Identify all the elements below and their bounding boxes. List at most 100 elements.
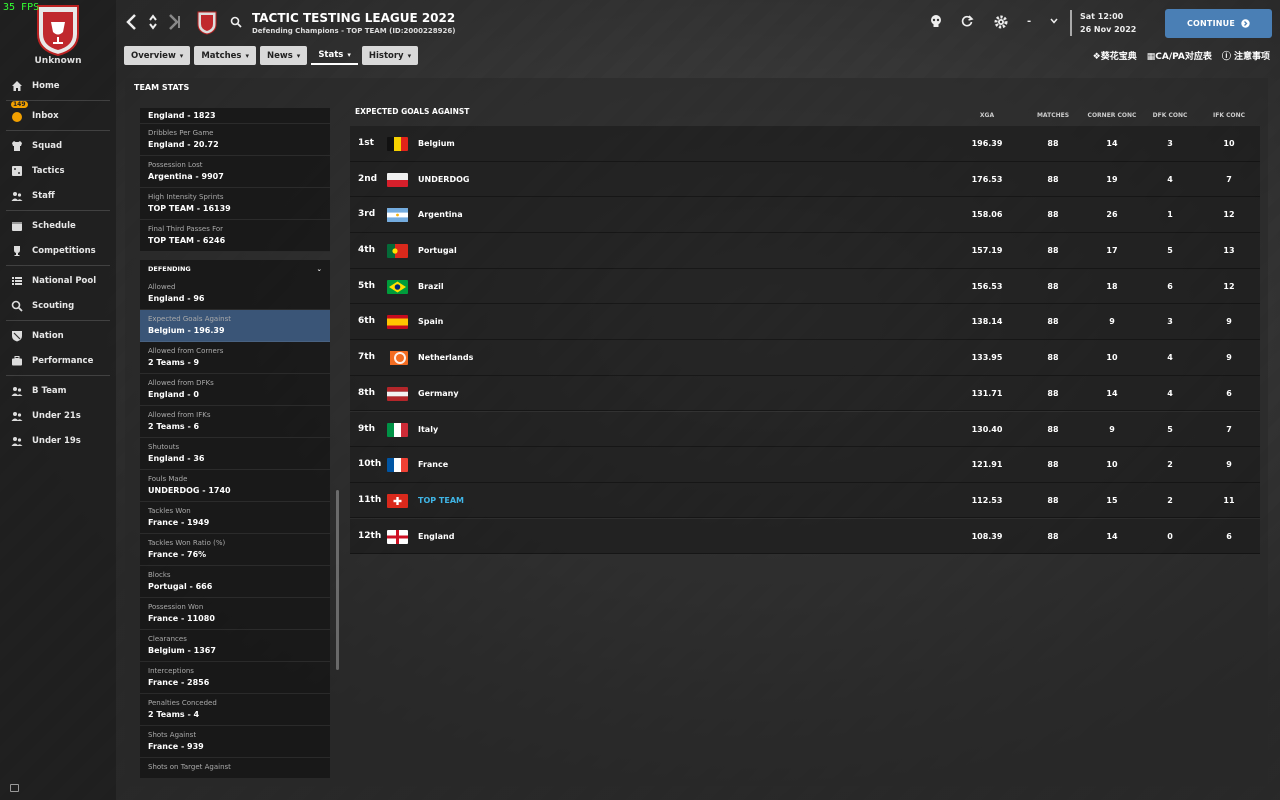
corner-conc-cell: 14	[1106, 388, 1118, 398]
table-row[interactable]: 9th Italy 130.40 88 9 5 7	[350, 411, 1260, 448]
link-guide[interactable]: ❖葵花宝典	[1093, 49, 1137, 62]
link-ca-pa-table[interactable]: ▦CA/PA对应表	[1147, 49, 1212, 62]
sidebar-item-nation[interactable]: Nation	[0, 323, 116, 348]
forward-arrow-icon[interactable]	[168, 13, 182, 31]
team-name-link[interactable]: Belgium	[418, 139, 455, 148]
list-item[interactable]: Dribbles Per Game England - 20.72	[140, 124, 330, 156]
sidebar-item-under-19s[interactable]: Under 19s	[0, 428, 116, 453]
sidebar-item-competitions[interactable]: Competitions	[0, 238, 116, 263]
team-name-link[interactable]: Germany	[418, 389, 459, 398]
list-item[interactable]: Possession Won France - 11080	[140, 598, 330, 630]
team-name-link[interactable]: England	[418, 532, 454, 541]
table-row[interactable]: 2nd UNDERDOG 176.53 88 19 4 7	[350, 161, 1260, 198]
sidebar-item-scouting[interactable]: Scouting	[0, 293, 116, 318]
list-item[interactable]: Allowed from IFKs 2 Teams - 6	[140, 406, 330, 438]
column-header-ifk-conc[interactable]: IFK CONC	[1199, 112, 1259, 119]
tab-history[interactable]: History ▾	[361, 46, 419, 65]
rank-cell: 7th	[358, 352, 375, 363]
league-badge-icon[interactable]	[196, 11, 218, 35]
belgium-flag-icon	[387, 137, 408, 151]
top-bar: TACTIC TESTING LEAGUE 2022 Defending Cha…	[116, 0, 1280, 44]
list-item[interactable]: Penalties Conceded 2 Teams - 4	[140, 694, 330, 726]
list-item[interactable]: Interceptions France - 2856	[140, 662, 330, 694]
list-item[interactable]: Blocks Portugal - 666	[140, 566, 330, 598]
list-scrollbar[interactable]	[336, 490, 339, 670]
list-item[interactable]: Shots Against France - 939	[140, 726, 330, 758]
tab-overview[interactable]: Overview ▾	[124, 46, 191, 65]
back-arrow-icon[interactable]	[125, 13, 137, 31]
table-row[interactable]: 4th Portugal 157.19 88 17 5 13	[350, 233, 1260, 269]
sidebar-item-inbox[interactable]: 149 Inbox	[0, 101, 116, 128]
column-header-corner-conc[interactable]: CORNER CONC	[1082, 112, 1142, 119]
sidebar-item-schedule[interactable]: Schedule	[0, 213, 116, 238]
staff-icon	[10, 189, 24, 203]
sidebar-item-label: Nation	[32, 330, 64, 341]
team-name-link[interactable]: Portugal	[418, 246, 457, 255]
team-name-link[interactable]: Netherlands	[418, 353, 473, 362]
list-item[interactable]: Fouls Made UNDERDOG - 1740	[140, 470, 330, 502]
table-row[interactable]: 8th Germany 131.71 88 14 4 6	[350, 375, 1260, 412]
table-row[interactable]: 1st Belgium 196.39 88 14 3 10	[350, 126, 1260, 162]
team-name-link[interactable]: UNDERDOG	[418, 175, 469, 184]
tab-news[interactable]: News ▾	[260, 46, 308, 65]
shield-icon	[10, 329, 24, 343]
sidebar-item-staff[interactable]: Staff	[0, 183, 116, 208]
sidebar-item-tactics[interactable]: Tactics	[0, 158, 116, 183]
table-row[interactable]: 7th Netherlands 133.95 88 10 4 9	[350, 340, 1260, 376]
team-name-link[interactable]: Brazil	[418, 282, 444, 291]
game-day: 26 Nov 2022	[1080, 25, 1137, 34]
list-item-selected[interactable]: Expected Goals Against Belgium - 196.39	[140, 310, 330, 342]
list-item[interactable]: England - 1823	[140, 108, 330, 124]
game-time: Sat 12:00	[1080, 12, 1124, 21]
list-item[interactable]: Possession Lost Argentina - 9907	[140, 156, 330, 188]
gear-icon[interactable]	[993, 14, 1009, 30]
table-row[interactable]: 5th Brazil 156.53 88 18 6 12	[350, 268, 1260, 305]
list-item[interactable]: Shutouts England - 36	[140, 438, 330, 470]
table-row[interactable]: 6th Spain 138.14 88 9 3 9	[350, 304, 1260, 341]
ifk-conc-cell: 13	[1223, 246, 1235, 256]
sidebar-item-squad[interactable]: Squad	[0, 133, 116, 158]
team-name-link[interactable]: France	[418, 460, 448, 469]
team-name-link[interactable]: Argentina	[418, 210, 463, 219]
refresh-icon[interactable]	[960, 14, 974, 28]
table-row[interactable]: 10th France 121.91 88 10 2 9	[350, 447, 1260, 483]
team-name-link[interactable]: Italy	[418, 425, 438, 434]
list-item[interactable]: Shots on Target Against	[140, 758, 330, 778]
link-notes[interactable]: ⓘ 注意事项	[1222, 49, 1270, 62]
sidebar-item-home[interactable]: Home	[0, 73, 116, 98]
continue-button[interactable]: CONTINUE	[1165, 9, 1272, 38]
list-item[interactable]: Tackles Won France - 1949	[140, 502, 330, 534]
club-badge-icon[interactable]	[33, 4, 83, 56]
team-name-link[interactable]: Spain	[418, 317, 443, 326]
column-header-dfk-conc[interactable]: DFK CONC	[1140, 112, 1200, 119]
list-item[interactable]: Clearances Belgium - 1367	[140, 630, 330, 662]
list-item[interactable]: Tackles Won Ratio (%) France - 76%	[140, 534, 330, 566]
column-header-matches[interactable]: MATCHES	[1023, 112, 1083, 119]
skull-icon[interactable]	[929, 14, 943, 28]
sidebar-item-performance[interactable]: Performance	[0, 348, 116, 373]
table-row[interactable]: 3rd Argentina 158.06 88 26 1 12	[350, 197, 1260, 233]
list-item[interactable]: Allowed England - 96	[140, 278, 330, 310]
list-item[interactable]: Final Third Passes For TOP TEAM - 6246	[140, 220, 330, 252]
column-header-xga[interactable]: XGA	[957, 112, 1017, 119]
sidebar-item-national-pool[interactable]: National Pool	[0, 268, 116, 293]
chevron-down-icon[interactable]	[1050, 18, 1058, 24]
sidebar-item-under-21s[interactable]: Under 21s	[0, 403, 116, 428]
window-icon[interactable]	[10, 784, 19, 792]
list-item[interactable]: Allowed from Corners 2 Teams - 9	[140, 342, 330, 374]
section-header-defending[interactable]: DEFENDING ⌄	[140, 260, 330, 278]
tab-stats[interactable]: Stats ▾	[311, 46, 358, 65]
table-row[interactable]: 11th TOP TEAM 112.53 88 15 2 11	[350, 482, 1260, 519]
up-down-arrows-icon[interactable]	[148, 13, 158, 31]
list-item[interactable]: High Intensity Sprints TOP TEAM - 16139	[140, 188, 330, 220]
sidebar-item-label: Staff	[32, 190, 55, 201]
rank-cell: 2nd	[358, 173, 378, 184]
list-item[interactable]: Allowed from DFKs England - 0	[140, 374, 330, 406]
corner-conc-cell: 14	[1106, 139, 1118, 148]
tab-matches[interactable]: Matches ▾	[194, 46, 256, 65]
sidebar-item-b-team[interactable]: B Team	[0, 378, 116, 403]
search-icon[interactable]	[230, 16, 242, 28]
team-name-link[interactable]: TOP TEAM	[418, 496, 464, 505]
chevron-down-icon: ▾	[347, 50, 351, 59]
table-row[interactable]: 12th England 108.39 88 14 0 6	[350, 518, 1260, 555]
